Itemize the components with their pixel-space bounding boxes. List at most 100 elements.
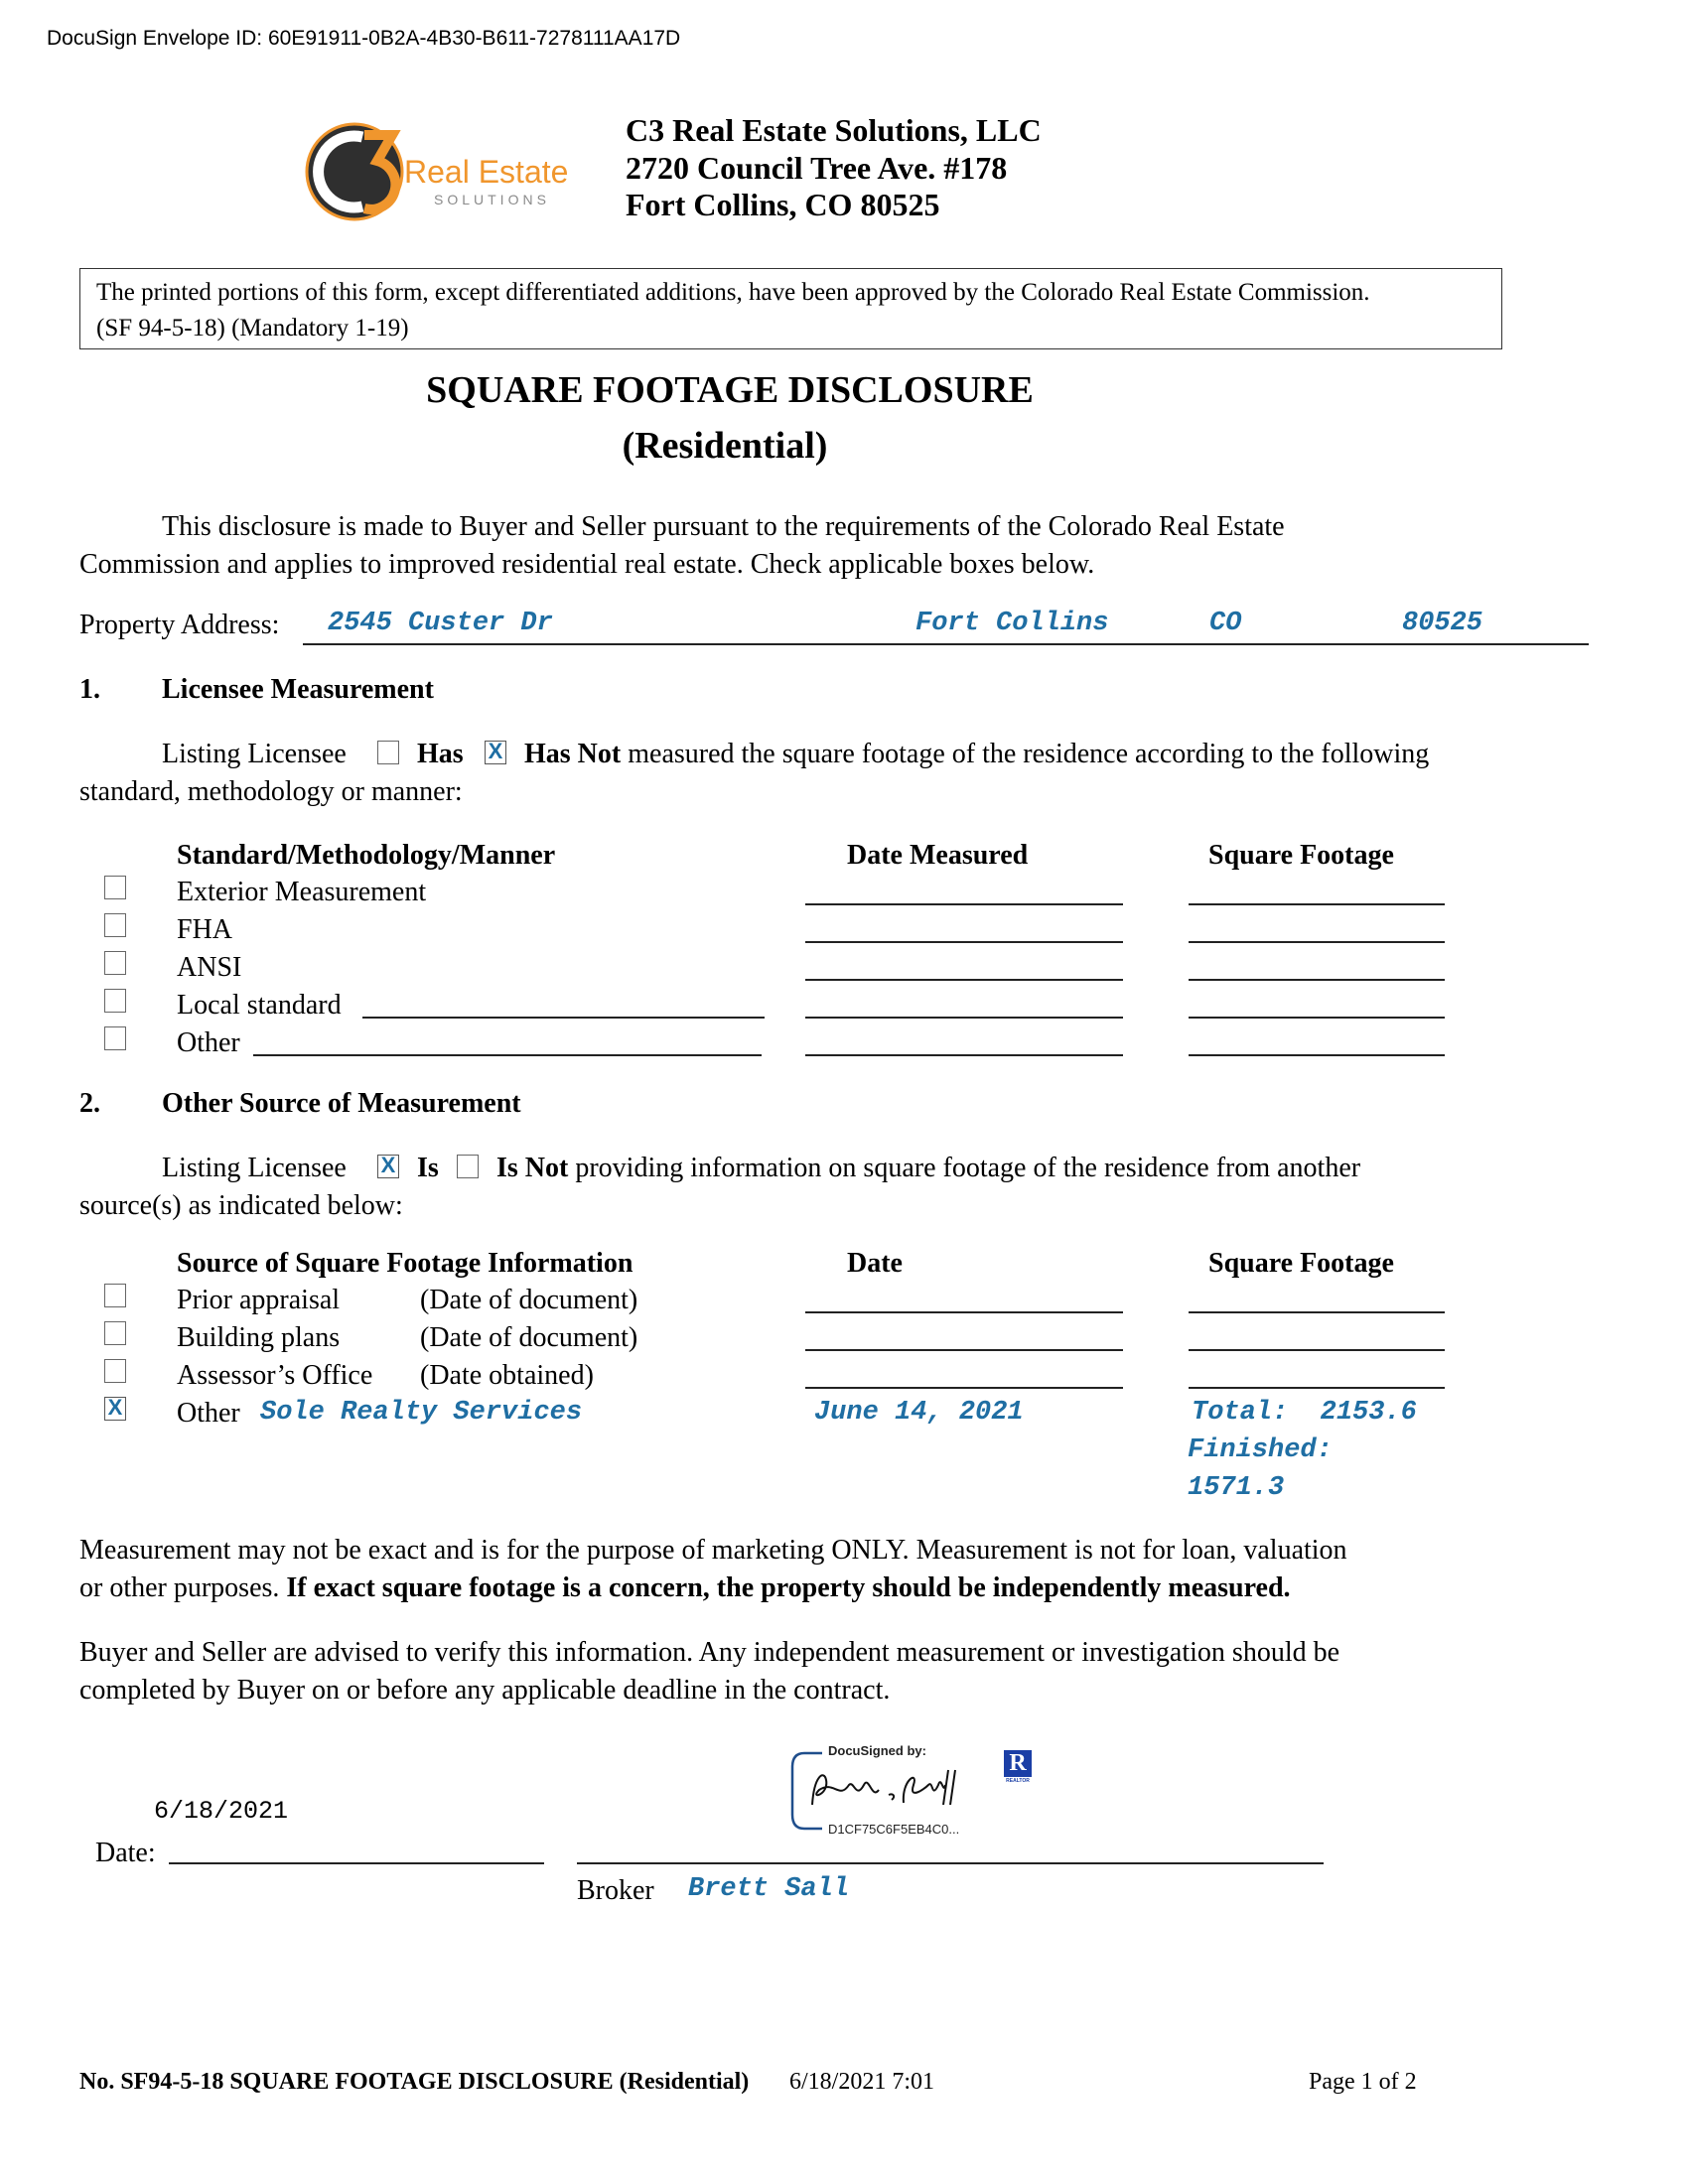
signature-date-line: [169, 1862, 544, 1864]
source-label: Prior appraisal: [177, 1285, 341, 1315]
has-not-label: Has Not: [524, 739, 622, 769]
section1-statement: Has Not measured the square footage of t…: [524, 736, 1429, 773]
property-address-line: [303, 643, 1589, 645]
local-standard-field[interactable]: [362, 1017, 765, 1019]
signature-id: D1CF75C6F5EB4C0...: [828, 1822, 960, 1837]
other-source-total-sqft[interactable]: Total: 2153.6: [1192, 1398, 1417, 1428]
source-date-field[interactable]: [805, 1349, 1123, 1351]
other-method-field[interactable]: [253, 1054, 762, 1056]
broker-signature-line: [577, 1862, 1324, 1864]
page-title: SQUARE FOOTAGE DISCLOSURE: [426, 369, 1034, 411]
other-source-check-mark: X: [107, 1395, 123, 1420]
exterior-checkbox[interactable]: [104, 876, 126, 899]
date-measured-field[interactable]: [805, 941, 1123, 943]
source-sqft-field[interactable]: [1189, 1349, 1445, 1351]
is-checkbox[interactable]: X: [377, 1153, 399, 1178]
logo-main-text: Real Estate: [404, 154, 568, 190]
company-name: C3 Real Estate Solutions, LLC: [626, 112, 1042, 148]
notice-line1: The printed portions of this form, excep…: [96, 279, 1370, 306]
section1-number: 1.: [79, 674, 100, 705]
has-label: Has: [417, 739, 464, 769]
date-measured-field[interactable]: [805, 979, 1123, 981]
section1-heading: Licensee Measurement: [162, 674, 434, 705]
date-measured-field[interactable]: [805, 1054, 1123, 1056]
sqft-field[interactable]: [1189, 1017, 1445, 1019]
disclaimer-line1: Measurement may not be exact and is for …: [79, 1535, 1347, 1566]
broker-name[interactable]: Brett Sall: [688, 1874, 849, 1904]
col-sqft-header-2: Square Footage: [1208, 1248, 1394, 1279]
section1-line2: standard, methodology or manner:: [79, 776, 463, 807]
section2-lead: Listing Licensee: [162, 1153, 347, 1183]
has-checkbox[interactable]: [377, 741, 399, 764]
col-date-measured-header: Date Measured: [847, 840, 1029, 871]
has-not-checkbox[interactable]: X: [485, 739, 506, 764]
date-measured-field[interactable]: [805, 1017, 1123, 1019]
source-note: (Date of document): [420, 1285, 638, 1315]
disclaimer-line2: or other purposes. If exact square foota…: [79, 1570, 1291, 1607]
section2-line2: source(s) as indicated below:: [79, 1190, 403, 1221]
footer-form-label: No. SF94-5-18 SQUARE FOOTAGE DISCLOSURE …: [79, 2069, 750, 2095]
local-standard-checkbox[interactable]: [104, 989, 126, 1013]
is-label: Is: [417, 1153, 439, 1183]
advice-line2: completed by Buyer on or before any appl…: [79, 1675, 891, 1706]
is-not-checkbox[interactable]: [457, 1155, 479, 1178]
is-check-mark: X: [380, 1153, 396, 1177]
company-address-line2: Fort Collins, CO 80525: [626, 187, 940, 222]
source-date-field[interactable]: [805, 1311, 1123, 1313]
other-method-checkbox[interactable]: [104, 1026, 126, 1050]
other-source-finished-label[interactable]: Finished:: [1188, 1435, 1333, 1465]
advice-line1: Buyer and Seller are advised to verify t…: [79, 1637, 1340, 1668]
docusign-signature: DocuSigned by: D1CF75C6F5EB4C0...: [784, 1743, 963, 1840]
date-measured-field[interactable]: [805, 903, 1123, 905]
sqft-field[interactable]: [1189, 941, 1445, 943]
sqft-field[interactable]: [1189, 979, 1445, 981]
sqft-field[interactable]: [1189, 1054, 1445, 1056]
property-zip[interactable]: 80525: [1402, 609, 1482, 638]
other-source-finished-sqft[interactable]: 1571.3: [1188, 1473, 1284, 1503]
company-address-line1: 2720 Council Tree Ave. #178: [626, 149, 1008, 186]
source-label: Building plans: [177, 1322, 341, 1353]
broker-label: Broker: [577, 1875, 654, 1906]
c3-logo-icon: Real Estate SOLUTIONS: [305, 122, 568, 221]
ansi-checkbox[interactable]: [104, 951, 126, 975]
has-not-check-mark: X: [488, 739, 503, 763]
envelope-id: DocuSign Envelope ID: 60E91911-0B2A-4B30…: [47, 27, 681, 50]
realtor-label: REALTOR: [1006, 1778, 1030, 1784]
col-sqft-header: Square Footage: [1208, 840, 1394, 871]
source-sqft-field[interactable]: [1189, 1311, 1445, 1313]
property-street[interactable]: 2545 Custer Dr: [328, 609, 553, 638]
property-city[interactable]: Fort Collins: [915, 609, 1108, 638]
method-label: Other: [177, 1027, 240, 1058]
source-date-field[interactable]: [805, 1387, 1123, 1389]
sqft-field[interactable]: [1189, 903, 1445, 905]
signature-date-value[interactable]: 6/18/2021: [154, 1797, 288, 1826]
disclaimer-plain: or other purposes.: [79, 1572, 280, 1603]
method-label: Exterior Measurement: [177, 877, 427, 907]
building-plans-checkbox[interactable]: [104, 1321, 126, 1345]
company-logo: Real Estate SOLUTIONS: [303, 117, 591, 226]
prior-appraisal-checkbox[interactable]: [104, 1284, 126, 1307]
disclaimer-bold: If exact square footage is a concern, th…: [286, 1572, 1291, 1603]
other-source-label: Other: [177, 1398, 240, 1429]
other-source-date[interactable]: June 14, 2021: [814, 1398, 1024, 1428]
section2-rest: providing information on square footage …: [575, 1153, 1361, 1183]
realtor-icon: R REALTOR: [1001, 1750, 1035, 1786]
other-source-checkbox[interactable]: X: [104, 1395, 126, 1421]
source-note: (Date obtained): [420, 1360, 594, 1391]
assessors-office-checkbox[interactable]: [104, 1359, 126, 1383]
fha-checkbox[interactable]: [104, 913, 126, 937]
property-state[interactable]: CO: [1209, 609, 1241, 638]
other-source-value[interactable]: Sole Realty Services: [260, 1398, 582, 1428]
logo-sub-text: SOLUTIONS: [434, 192, 550, 207]
notice-line2: (SF 94-5-18) (Mandatory 1-19): [96, 315, 409, 341]
section2-statement: Is Not providing information on square f…: [496, 1150, 1360, 1187]
source-sqft-field[interactable]: [1189, 1387, 1445, 1389]
company-info: C3 Real Estate Solutions, LLC 2720 Counc…: [626, 112, 1042, 224]
method-label: ANSI: [177, 952, 242, 983]
is-not-label: Is Not: [496, 1153, 569, 1183]
method-label: Local standard: [177, 990, 342, 1021]
section2-number: 2.: [79, 1088, 100, 1119]
commission-notice: The printed portions of this form, excep…: [79, 268, 1502, 349]
method-label: FHA: [177, 914, 233, 945]
col-source-header: Source of Square Footage Information: [177, 1248, 633, 1279]
